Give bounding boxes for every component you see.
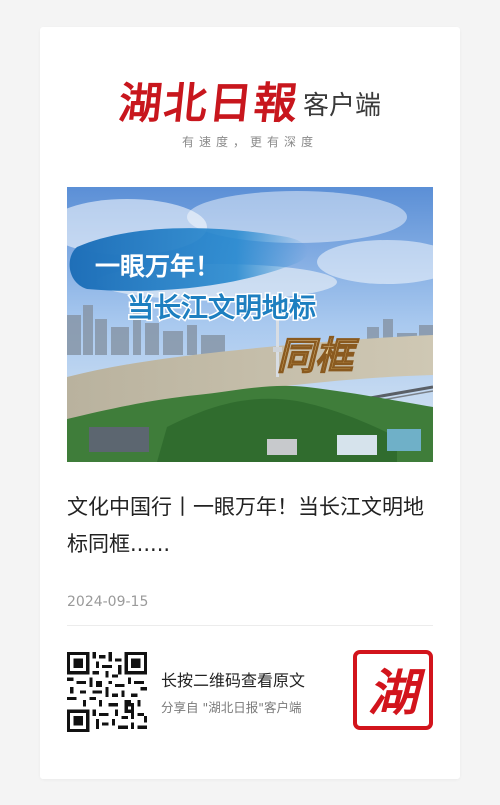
- hero-line-3: 同框: [277, 333, 360, 378]
- divider: [67, 625, 433, 626]
- seal-character: 湖: [368, 663, 426, 722]
- article-title[interactable]: 文化中国行丨一眼万年！当长江文明地标同框......: [67, 489, 435, 563]
- share-subtitle: 分享自 "湖北日报"客户端: [161, 700, 302, 715]
- share-title: 长按二维码查看原文: [161, 671, 306, 690]
- article-date: 2024-09-15: [67, 594, 149, 610]
- hero-line-1: 一眼万年！: [95, 252, 220, 281]
- brand-suffix: 客户端: [302, 91, 381, 121]
- hero-image[interactable]: 一眼万年！ 当长江文明地标 同框: [67, 187, 433, 462]
- share-card: 湖北日報 客户端 有速度，更有深度 一眼万年！ 当长江文明地标 同框 文化中国行…: [40, 27, 460, 779]
- seal-logo: 湖: [353, 650, 433, 730]
- brand-name: 湖北日報: [116, 79, 302, 129]
- slogan: 有速度，更有深度: [181, 135, 318, 149]
- hero-line-2: 当长江文明地标: [127, 292, 316, 324]
- qr-code[interactable]: [67, 652, 147, 732]
- app-logo: 湖北日報 客户端: [40, 70, 460, 130]
